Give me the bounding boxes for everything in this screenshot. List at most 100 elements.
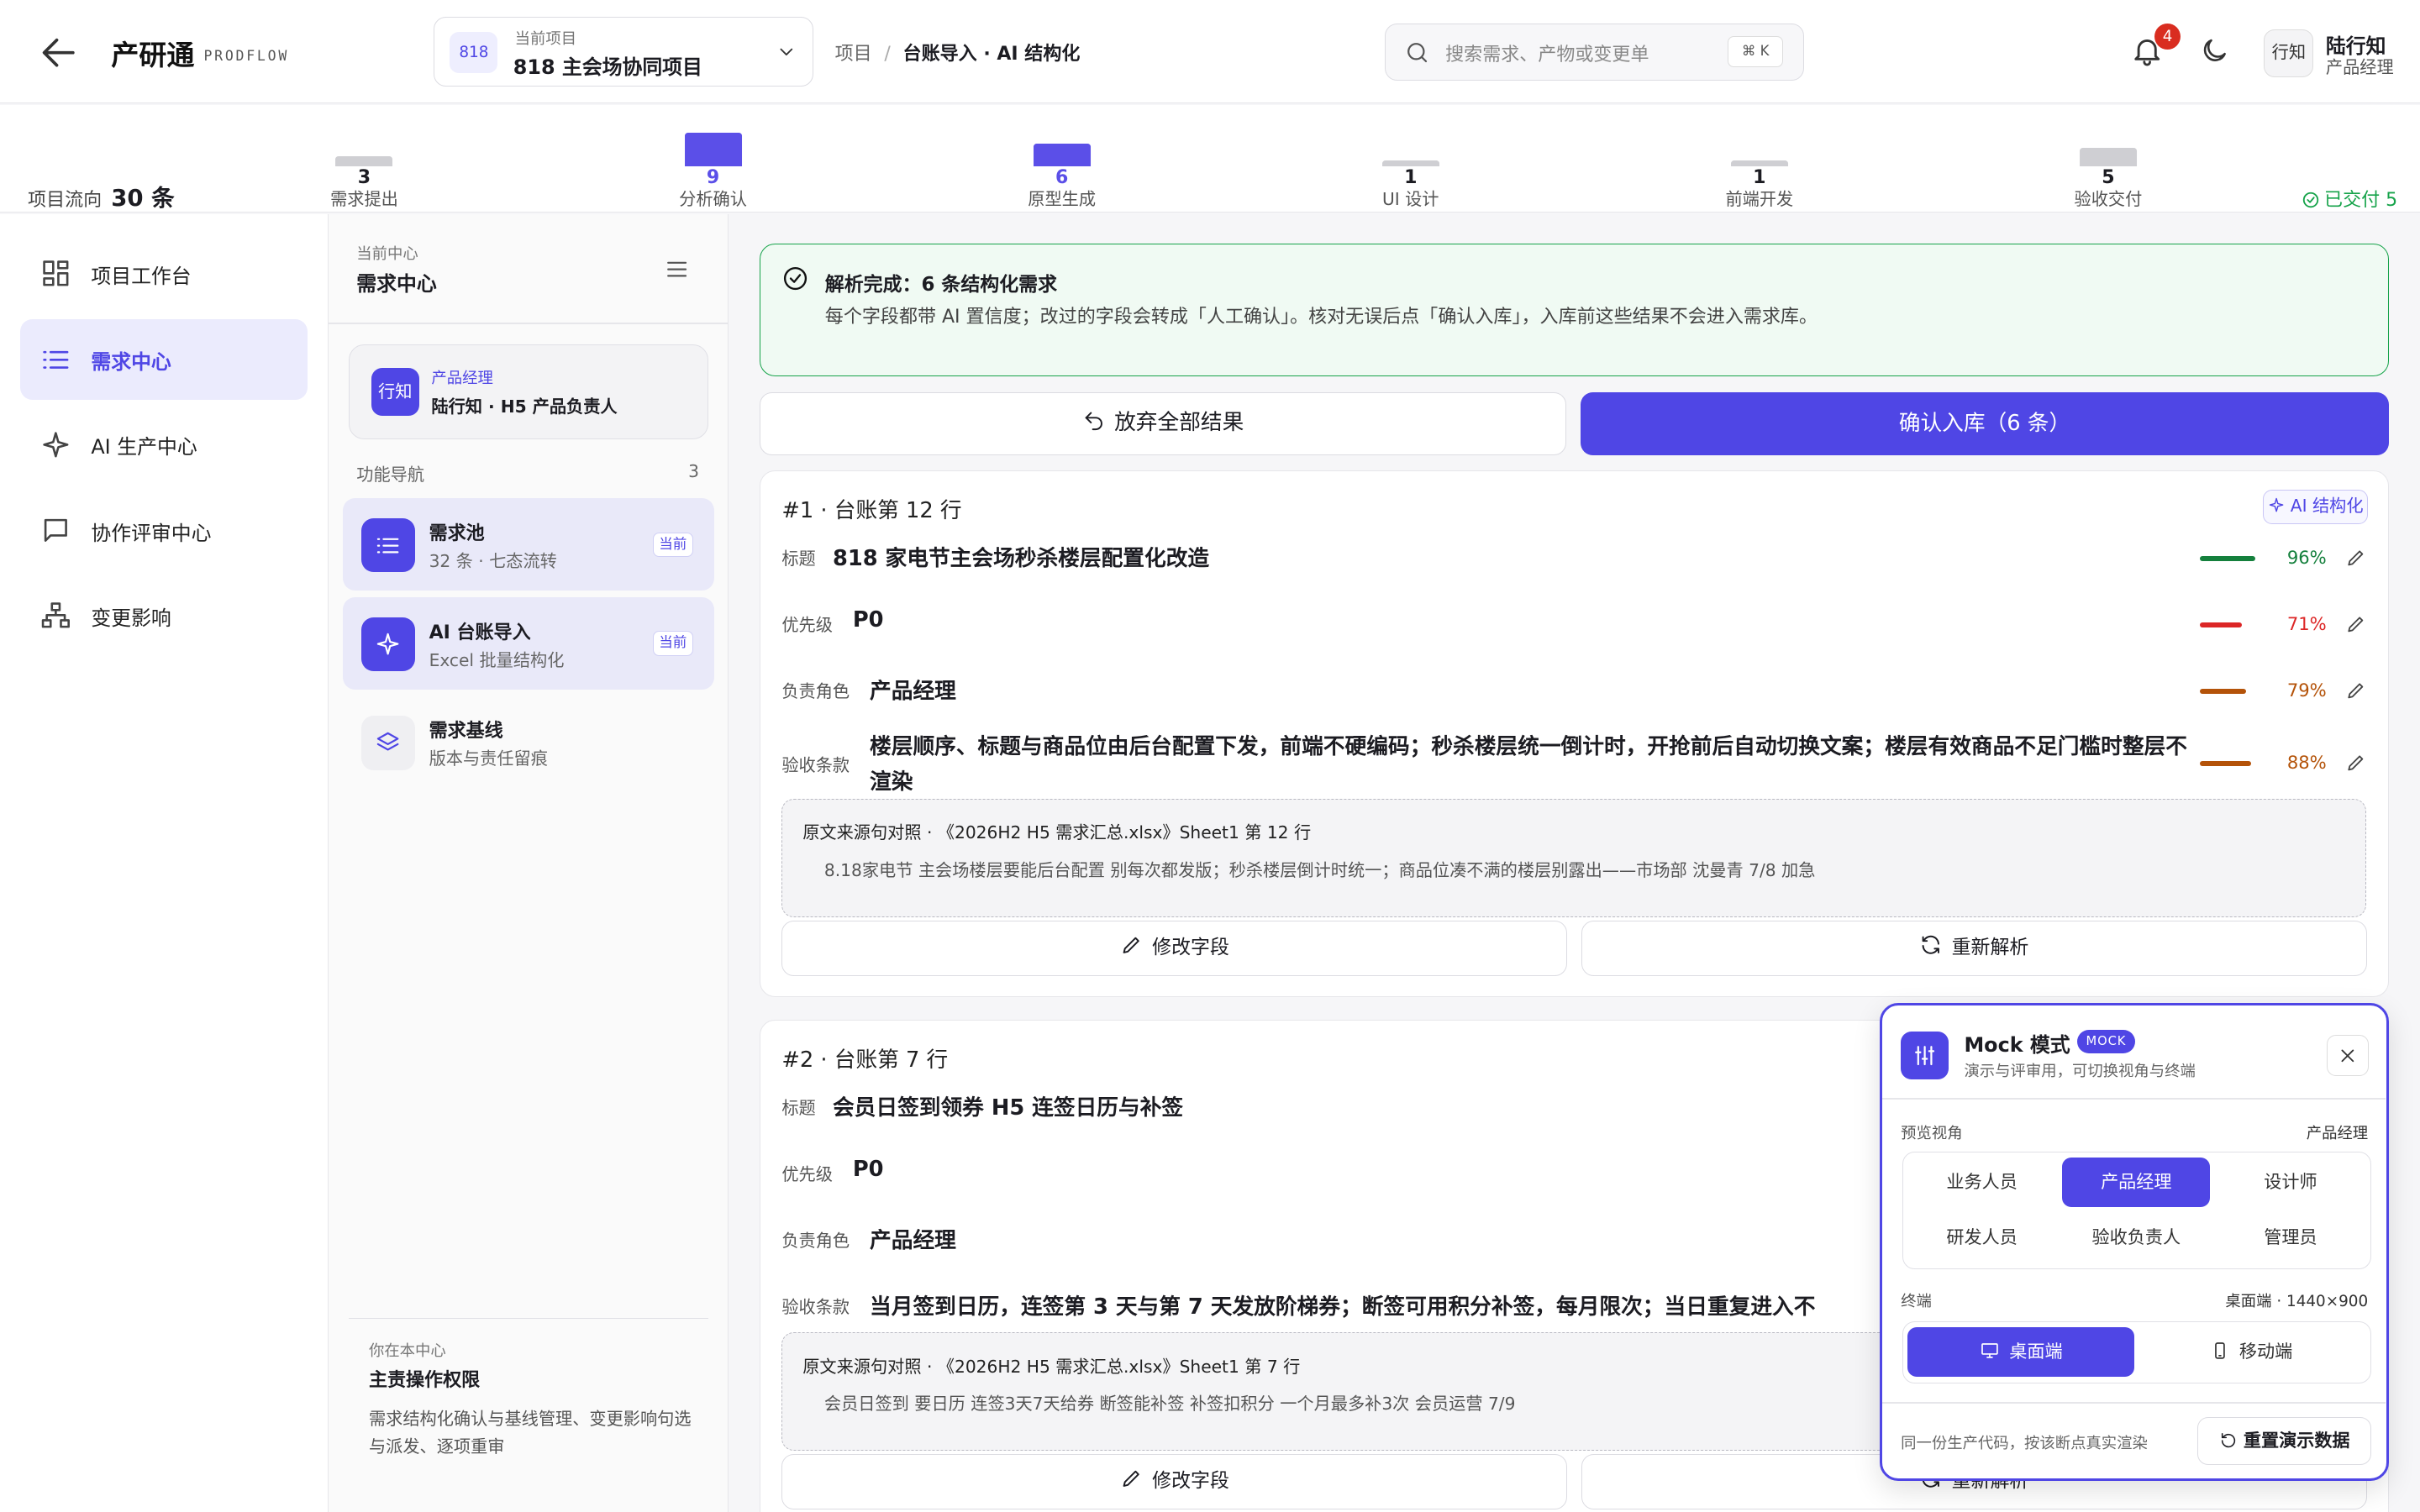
user-role: 产品经理 xyxy=(2325,57,2394,78)
field-value[interactable]: 楼层顺序、标题与商品位由后台配置下发，前端不硬编码；秒杀楼层统一倒计时，开抢前后… xyxy=(870,729,2197,801)
role-label: 产品经理 xyxy=(431,370,493,388)
function-item-title: 需求基线 xyxy=(429,721,503,743)
reparse-button[interactable]: 重新解析 xyxy=(1581,920,2367,976)
current-tag: 当前 xyxy=(652,532,693,558)
flow-stage[interactable]: 5 验收交付 xyxy=(2062,105,2154,213)
project-selector[interactable]: 818 当前项目 818 主会场协同项目 xyxy=(434,17,813,87)
edit-pencil-icon[interactable] xyxy=(2345,547,2367,569)
role-option[interactable]: 研发人员 xyxy=(1907,1213,2055,1263)
sidebar-item-ai-production[interactable]: AI 生产中心 xyxy=(20,404,308,485)
delivered-label: 已交付 5 xyxy=(2324,190,2398,212)
divider xyxy=(1882,1401,2386,1404)
reset-demo-data-button[interactable]: 重置演示数据 xyxy=(2196,1417,2372,1466)
function-item-baseline[interactable]: 需求基线 版本与责任留痕 xyxy=(343,696,715,788)
confidence-percent: 79% xyxy=(2286,680,2327,701)
role-option-selected[interactable]: 产品经理 xyxy=(2062,1157,2211,1207)
confidence-percent: 88% xyxy=(2286,752,2327,774)
monitor-icon xyxy=(1981,1342,1999,1358)
back-arrow-icon[interactable] xyxy=(37,31,80,74)
sidebar-item-label: 需求中心 xyxy=(91,350,171,375)
confirm-import-button[interactable]: 确认入库（6 条） xyxy=(1580,391,2390,455)
confidence-meter: 88% xyxy=(2200,752,2327,774)
user-avatar[interactable]: 行知 xyxy=(2264,29,2314,77)
confidence-bar xyxy=(2200,761,2251,766)
hierarchy-icon xyxy=(41,602,70,628)
field-label: 负责角色 xyxy=(781,681,850,702)
moon-icon[interactable] xyxy=(2199,35,2230,66)
field-value[interactable]: 当月签到日历，连签第 3 天与第 7 天发放阶梯券；断签可用积分补签，每月限次；… xyxy=(870,1289,1815,1320)
sidebar-item-change-impact[interactable]: 变更影响 xyxy=(20,575,308,656)
mock-footer-text: 同一份生产代码，按该断点真实渲染 xyxy=(1901,1434,2148,1452)
function-item-subtitle: Excel 批量结构化 xyxy=(429,649,565,670)
divider xyxy=(1882,1098,2386,1100)
field-value[interactable]: P0 xyxy=(853,1157,884,1182)
terminal-mobile[interactable]: 移动端 xyxy=(2138,1327,2365,1377)
top-bar: 产研通 PRODFLOW 818 当前项目 818 主会场协同项目 项目 / 台账导… xyxy=(0,0,2420,104)
project-name: 818 主会场协同项目 xyxy=(513,55,702,79)
function-item-subtitle: 32 条 · 七态流转 xyxy=(429,551,557,571)
alert-title: 解析完成：6 条结构化需求 xyxy=(824,273,1058,296)
sparkle-icon xyxy=(43,431,69,458)
role-option[interactable]: 验收负责人 xyxy=(2062,1213,2210,1263)
flow-stage-name: 验收交付 xyxy=(2074,188,2143,209)
confidence-meter: 96% xyxy=(2200,547,2327,569)
ai-structured-tag: AI 结构化 xyxy=(2263,490,2369,524)
alert-description: 每个字段都带 AI 置信度；改过的字段会转成「人工确认」。核对无误后点「确认入库… xyxy=(824,307,1818,328)
flow-stage[interactable]: 1 UI 设计 xyxy=(1365,105,1457,213)
field-value[interactable]: 产品经理 xyxy=(870,1223,956,1254)
menu-icon[interactable] xyxy=(664,256,690,282)
role-option[interactable]: 管理员 xyxy=(2217,1213,2365,1263)
flow-stage-bar xyxy=(1381,160,1439,167)
field-value[interactable]: 产品经理 xyxy=(870,674,956,705)
edit-pencil-icon[interactable] xyxy=(2345,680,2367,701)
field-value[interactable]: 818 家电节主会场秒杀楼层配置化改造 xyxy=(833,541,1209,572)
function-item-requirement-pool[interactable]: 需求池 32 条 · 七态流转 当前 xyxy=(342,498,715,591)
edit-fields-button[interactable]: 修改字段 xyxy=(781,920,1568,976)
flow-stage-bar xyxy=(1730,160,1788,167)
breadcrumb-item[interactable]: 项目 xyxy=(835,44,872,65)
sliders-icon xyxy=(1901,1032,1949,1079)
discard-label: 放弃全部结果 xyxy=(1114,409,1244,435)
panel-title: 需求中心 xyxy=(356,271,437,296)
pencil-icon xyxy=(1123,1471,1139,1488)
sidebar-item-review[interactable]: 协作评审中心 xyxy=(20,491,308,571)
field-row-owner: 负责角色 产品经理 79% xyxy=(781,674,2366,711)
sidebar-item-workbench[interactable]: 项目工作台 xyxy=(20,233,308,313)
confidence-meter: 71% xyxy=(2200,613,2327,635)
undo-icon xyxy=(1085,412,1102,430)
flow-stage[interactable]: 6 原型生成 xyxy=(1016,105,1108,213)
layers-icon xyxy=(360,716,416,770)
edit-fields-button[interactable]: 修改字段 xyxy=(781,1454,1568,1510)
role-card: 行知 产品经理 陆行知 · H5 产品负责人 xyxy=(349,344,709,440)
delivered-status: 已交付 5 xyxy=(2302,185,2398,212)
panel-label: 当前中心 xyxy=(356,245,418,264)
card-header: #1 · 台账第 12 行 xyxy=(781,497,962,523)
field-label: 负责角色 xyxy=(781,1231,850,1252)
field-value[interactable]: P0 xyxy=(853,607,884,633)
mock-title: Mock 模式 xyxy=(1964,1033,2070,1058)
phone-icon xyxy=(2215,1341,2225,1359)
field-value[interactable]: 会员日签到领券 H5 连签日历与补签 xyxy=(833,1090,1183,1121)
divider xyxy=(329,322,729,324)
function-item-title: 需求池 xyxy=(429,523,485,545)
terminal-desktop[interactable]: 桌面端 xyxy=(1907,1326,2135,1377)
role-option[interactable]: 业务人员 xyxy=(1907,1158,2055,1207)
flow-stage[interactable]: 9 分析确认 xyxy=(666,105,759,213)
sidebar-item-requirements[interactable]: 需求中心 xyxy=(19,319,308,400)
edit-pencil-icon[interactable] xyxy=(2345,752,2367,774)
close-button[interactable] xyxy=(2327,1034,2369,1077)
flow-stage[interactable]: 1 前端开发 xyxy=(1713,105,1806,213)
sparkle-icon xyxy=(2269,497,2284,512)
discard-all-button[interactable]: 放弃全部结果 xyxy=(759,391,1567,455)
flow-stage-name: UI 设计 xyxy=(1381,188,1439,209)
flow-stage-bar xyxy=(2079,148,2137,167)
global-search[interactable]: 搜索需求、产物或变更单 ⌘ K xyxy=(1384,23,1805,81)
chevron-down-icon xyxy=(780,48,793,55)
list-icon xyxy=(360,518,416,573)
sidebar-item-label: 项目工作台 xyxy=(91,264,192,288)
function-item-ai-import[interactable]: AI 台账导入 Excel 批量结构化 当前 xyxy=(342,596,715,690)
edit-pencil-icon[interactable] xyxy=(2345,613,2367,635)
role-option[interactable]: 设计师 xyxy=(2217,1158,2365,1207)
confidence-bar xyxy=(2200,689,2247,694)
flow-stage[interactable]: 3 需求提出 xyxy=(318,105,410,213)
